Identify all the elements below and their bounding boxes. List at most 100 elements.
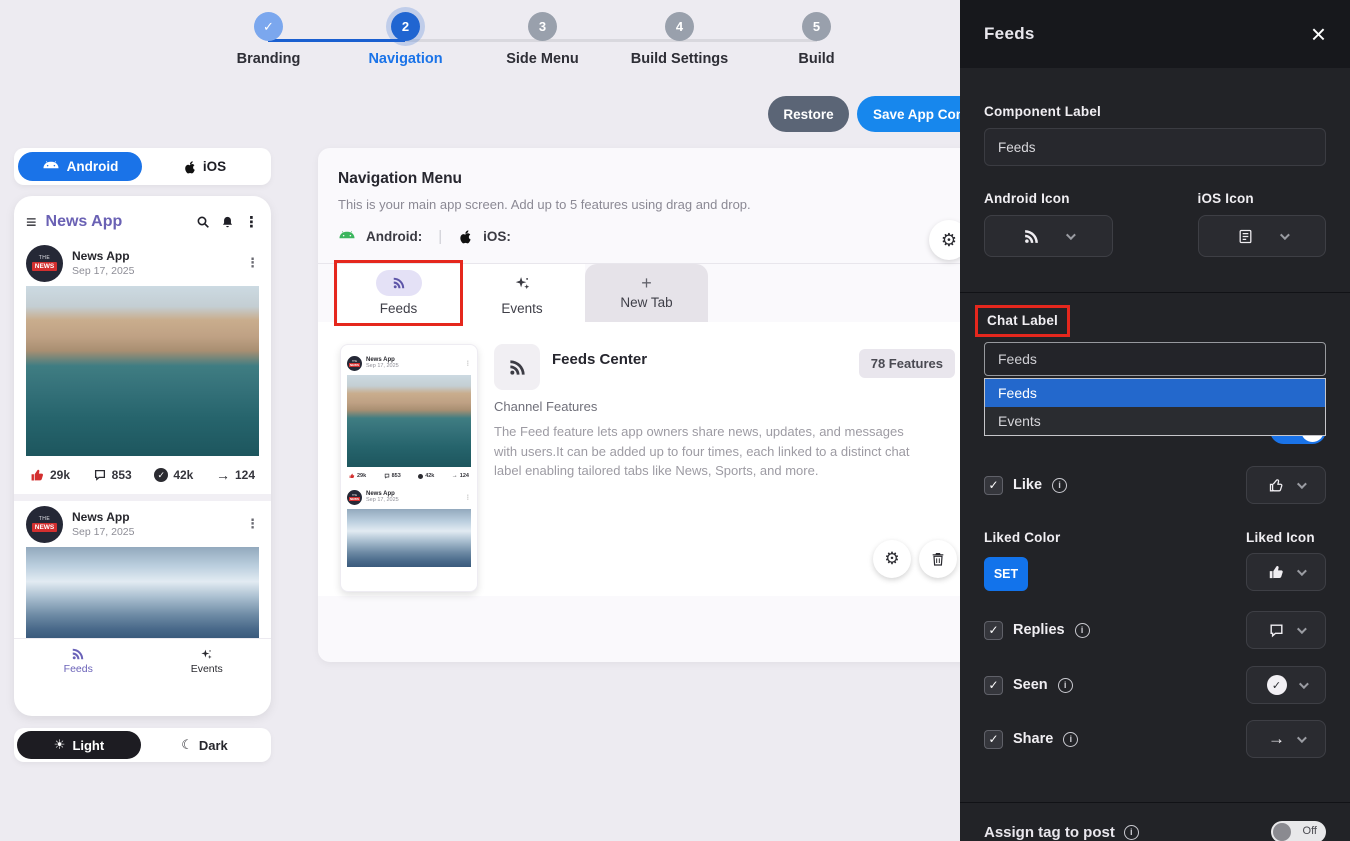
post-separator: [14, 494, 271, 501]
set-color-button[interactable]: SET: [984, 557, 1028, 591]
post-kebab-icon[interactable]: ⋮: [246, 516, 259, 532]
seen-row: ✓ Seen i ✓: [984, 666, 1326, 704]
rss-icon: [1023, 228, 1040, 245]
feeds-settings-panel: Feeds × Component Label Android Icon iOS…: [960, 0, 1350, 841]
phone-tab-events[interactable]: Events: [143, 639, 272, 683]
document-icon: [1237, 228, 1254, 245]
post-image-mountain: [26, 547, 259, 638]
likes-stat[interactable]: 29k: [30, 468, 70, 483]
replies-checkbox[interactable]: ✓: [984, 621, 1003, 640]
dark-theme-button[interactable]: ☾ Dark: [141, 737, 268, 753]
trash-icon: [930, 551, 946, 567]
navigation-menu-description: This is your main app screen. Add up to …: [338, 197, 955, 212]
seen-stat[interactable]: ✓ 42k: [154, 468, 193, 482]
hamburger-menu-icon[interactable]: ≡: [26, 212, 37, 233]
feature-settings-button[interactable]: ⚙: [873, 540, 911, 578]
component-label: Component Label: [984, 104, 1326, 119]
android-icon-label: Android Icon: [984, 191, 1113, 206]
rss-icon: [71, 647, 85, 661]
option-feeds[interactable]: Feeds: [985, 379, 1325, 407]
bell-icon[interactable]: [220, 215, 235, 230]
feature-delete-button[interactable]: [919, 540, 957, 578]
feature-tabs: Feeds Events + New Tab: [338, 264, 955, 322]
search-icon[interactable]: [195, 214, 211, 230]
phone-tab-feeds[interactable]: Feeds: [14, 639, 143, 683]
ios-icon-dropdown[interactable]: [1198, 215, 1327, 257]
avatar: THE NEWS: [26, 245, 63, 282]
navigation-menu-card: Navigation Menu This is your main app sc…: [318, 148, 975, 662]
avatar: THENEWS: [347, 490, 362, 505]
ios-platform-label: iOS:: [483, 229, 511, 244]
step-branding[interactable]: ✓ Branding: [200, 12, 337, 67]
light-theme-label: Light: [72, 738, 104, 753]
feeds-tab-content: THENEWS News App Sep 17, 2025 ⋮ 29k 853 …: [318, 322, 975, 596]
light-theme-button[interactable]: ☀ Light: [17, 731, 141, 759]
chat-label-select[interactable]: Feeds: [984, 342, 1326, 376]
tab-events[interactable]: Events: [459, 264, 585, 322]
rss-icon: [494, 344, 540, 390]
android-icon-dropdown[interactable]: [984, 215, 1113, 257]
restore-button[interactable]: Restore: [768, 96, 849, 132]
share-arrow-icon: →: [452, 473, 458, 479]
toggle-off-label: Off: [1303, 825, 1317, 837]
post-header: THE NEWS News App Sep 17, 2025 ⋮: [26, 501, 259, 547]
phone-app-bar: ≡ News App ⋮: [26, 204, 259, 240]
step-label: Navigation: [368, 51, 442, 67]
platform-divider: |: [438, 228, 442, 245]
shares-stat[interactable]: → 124: [216, 467, 255, 483]
gear-icon: ⚙: [941, 230, 957, 251]
seen-checkbox[interactable]: ✓: [984, 676, 1003, 695]
seen-icon-dropdown[interactable]: ✓: [1246, 666, 1326, 704]
moon-icon: ☾: [181, 737, 193, 753]
share-row: ✓ Share i →: [984, 720, 1326, 758]
option-events[interactable]: Events: [985, 407, 1325, 435]
step-label: Branding: [237, 51, 301, 67]
device-toggle: Android iOS: [14, 148, 271, 185]
replies-icon-dropdown[interactable]: [1246, 611, 1326, 649]
post-stats-row: 29k 853 ✓ 42k → 124: [26, 456, 259, 494]
share-icon-dropdown[interactable]: →: [1246, 720, 1326, 758]
replies-stat[interactable]: 853: [93, 468, 132, 482]
feature-description: The Feed feature lets app owners share n…: [494, 422, 930, 481]
comment-icon: [384, 473, 390, 479]
assign-tag-label: Assign tag to post: [984, 824, 1115, 841]
assign-tag-toggle[interactable]: Off: [1271, 821, 1326, 841]
chevron-down-icon: [1297, 624, 1307, 634]
plus-icon: +: [641, 276, 652, 290]
tab-feeds[interactable]: Feeds: [338, 264, 459, 322]
panel-header: Feeds ×: [960, 0, 1350, 68]
liked-color-label: Liked Color: [984, 530, 1060, 545]
post-author: News App: [72, 249, 237, 263]
step-label: Build: [798, 51, 834, 67]
chat-label: Chat Label: [987, 313, 1058, 328]
share-checkbox[interactable]: ✓: [984, 730, 1003, 749]
post-date: Sep 17, 2025: [72, 526, 237, 538]
close-icon[interactable]: ×: [1311, 21, 1326, 47]
comment-icon: [93, 468, 107, 482]
android-toggle-button[interactable]: Android: [18, 152, 142, 181]
like-label: Like: [1013, 477, 1042, 493]
post-kebab-icon[interactable]: ⋮: [246, 255, 259, 271]
share-label: Share: [1013, 731, 1053, 747]
post-author: News App: [72, 510, 237, 524]
post-header: THE NEWS News App Sep 17, 2025 ⋮: [26, 240, 259, 286]
kebab-menu-icon[interactable]: ⋮: [244, 213, 259, 231]
phone-app-title: News App: [46, 213, 186, 231]
assign-tag-row: Assign tag to post i Off: [984, 821, 1326, 841]
tab-new-tab[interactable]: + New Tab: [585, 264, 708, 322]
info-icon: i: [1052, 478, 1067, 493]
step-navigation[interactable]: 2 Navigation: [337, 12, 474, 67]
component-label-input[interactable]: [984, 128, 1326, 166]
like-checkbox[interactable]: ✓: [984, 476, 1003, 495]
like-icon-dropdown[interactable]: [1246, 466, 1326, 504]
step-number: 2: [391, 12, 420, 41]
step-build-settings[interactable]: 4 Build Settings: [611, 12, 748, 67]
step-build[interactable]: 5 Build: [748, 12, 885, 67]
liked-icon-dropdown[interactable]: [1246, 553, 1326, 591]
thumb-up-icon: [30, 468, 45, 483]
android-icon: [338, 231, 356, 242]
ios-toggle-button[interactable]: iOS: [142, 159, 267, 175]
step-side-menu[interactable]: 3 Side Menu: [474, 12, 611, 67]
step-number: 3: [528, 12, 557, 41]
feature-title: Feeds Center: [552, 351, 647, 390]
